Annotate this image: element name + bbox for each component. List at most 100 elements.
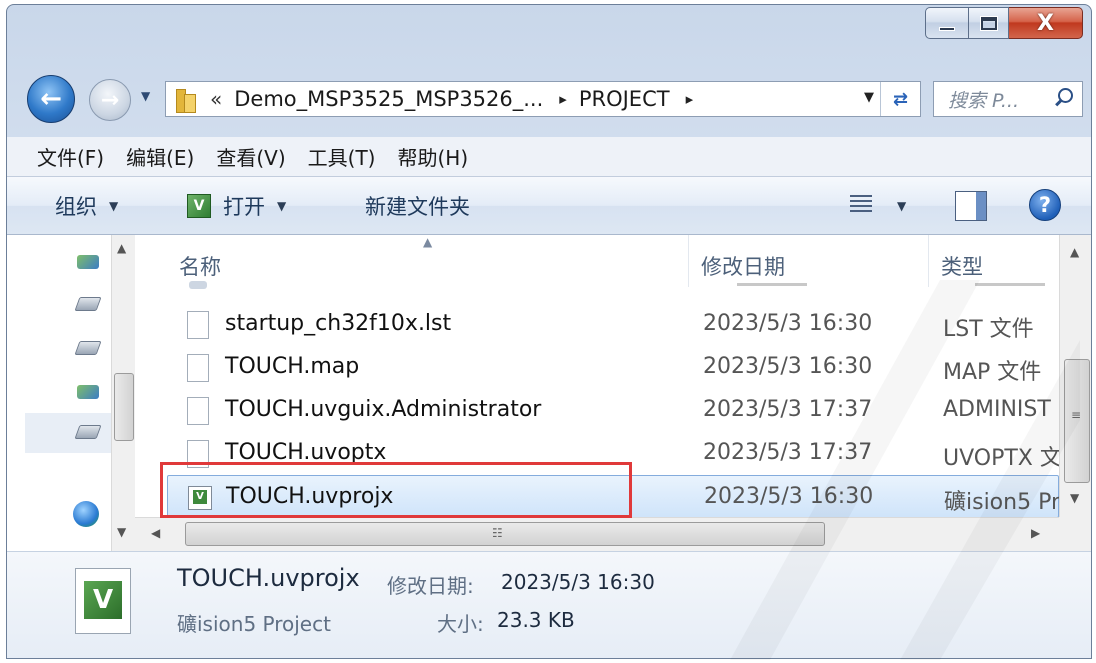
new-folder-button[interactable]: 新建文件夹 xyxy=(365,191,470,221)
open-button[interactable]: V 打开 ▼ xyxy=(187,191,286,221)
chevron-down-icon: ▼ xyxy=(277,199,287,213)
scroll-down-icon[interactable]: ▼ xyxy=(117,525,126,539)
nav-scrollbar[interactable]: ▲ ▼ xyxy=(111,235,135,551)
address-bar[interactable]: « Demo_MSP3525_MSP3526_... ▸ PROJECT ▸ ▼… xyxy=(165,81,921,117)
file-icon xyxy=(187,397,209,425)
open-label: 打开 xyxy=(223,195,265,219)
nav-scroll-thumb[interactable] xyxy=(114,373,134,441)
file-type: 礦ision5 Pr xyxy=(944,490,1060,515)
uvision-project-large-icon xyxy=(75,568,131,634)
menu-file[interactable]: 文件(F) xyxy=(37,142,104,171)
history-dropdown-icon[interactable]: ▼ xyxy=(141,89,150,103)
file-date: 2023/5/3 16:30 xyxy=(703,311,873,336)
details-filename: TOUCH.uvprojx xyxy=(177,564,360,592)
horizontal-scroll-thumb[interactable]: ☷ xyxy=(185,522,825,546)
help-icon[interactable]: ? xyxy=(1029,189,1061,221)
scroll-down-icon[interactable]: ▼ xyxy=(1070,491,1079,505)
menu-view[interactable]: 查看(V) xyxy=(216,142,285,171)
address-dropdown-icon[interactable]: ▼ xyxy=(864,90,874,105)
scroll-left-icon[interactable]: ◀ xyxy=(151,526,160,540)
new-folder-label: 新建文件夹 xyxy=(365,195,470,219)
address-row: ← → ▼ « Demo_MSP3525_MSP3526_... ▸ PROJE… xyxy=(7,73,1091,125)
back-button[interactable]: ← xyxy=(27,75,75,123)
breadcrumb-separator[interactable]: ▸ xyxy=(686,90,694,108)
maximize-icon xyxy=(979,15,998,31)
highlight-annotation xyxy=(160,462,632,518)
network-icon[interactable] xyxy=(77,255,99,269)
uvision-icon: V xyxy=(187,194,211,218)
partial-row xyxy=(185,281,1055,291)
command-bar: 组织 ▼ V 打开 ▼ 新建文件夹 ▼ ? xyxy=(7,177,1091,235)
minimize-icon xyxy=(939,27,955,31)
minimize-button[interactable] xyxy=(925,7,969,39)
file-list-horizontal-scrollbar[interactable]: ◀ ☷ ▶ xyxy=(135,517,1059,551)
refresh-button[interactable]: ⇄ xyxy=(880,82,920,116)
file-date: 2023/5/3 16:30 xyxy=(704,484,874,509)
table-row[interactable]: startup_ch32f10x.lst 2023/5/3 16:30 LST … xyxy=(135,303,1059,346)
file-name: TOUCH.map xyxy=(225,354,360,379)
file-date: 2023/5/3 17:37 xyxy=(703,397,873,422)
file-name: TOUCH.uvguix.Administrator xyxy=(225,397,542,422)
scroll-up-icon[interactable]: ▲ xyxy=(117,241,126,255)
details-type-value: 礦ision5 Project xyxy=(177,612,331,636)
column-header-name[interactable]: 名称 xyxy=(135,235,689,287)
column-header-type[interactable]: 类型 xyxy=(929,235,1059,287)
nav-selected-item[interactable] xyxy=(25,413,115,453)
close-icon: X xyxy=(1037,10,1054,36)
file-type: LST 文件 xyxy=(943,317,1034,342)
grip-icon: ☷ xyxy=(492,526,503,540)
breadcrumb-current[interactable]: PROJECT xyxy=(579,87,670,111)
maximize-button[interactable] xyxy=(969,7,1009,39)
details-modified-label: 修改日期: xyxy=(387,574,474,598)
menu-help[interactable]: 帮助(H) xyxy=(397,142,468,171)
forward-button[interactable]: → xyxy=(89,79,131,121)
navigation-pane: ▲ ▼ xyxy=(7,235,135,551)
scrollbar-corner xyxy=(1059,517,1091,551)
file-type: MAP 文件 xyxy=(943,360,1042,385)
search-icon[interactable] xyxy=(1054,88,1073,106)
back-arrow-icon: ← xyxy=(40,84,62,114)
grip-icon: ≡ xyxy=(1071,408,1082,422)
table-row[interactable]: TOUCH.map 2023/5/3 16:30 MAP 文件 xyxy=(135,346,1059,389)
folder-icon xyxy=(174,86,196,113)
file-icon xyxy=(187,354,209,382)
scroll-right-icon[interactable]: ▶ xyxy=(1031,526,1040,540)
file-icon xyxy=(187,311,209,339)
preview-pane-icon[interactable] xyxy=(955,191,987,221)
view-dropdown-icon[interactable]: ▼ xyxy=(897,199,906,213)
drive-icon[interactable] xyxy=(74,297,102,311)
organize-label: 组织 xyxy=(55,195,97,219)
details-size-value: 23.3 KB xyxy=(497,608,575,632)
menu-tools[interactable]: 工具(T) xyxy=(308,142,376,171)
vertical-scroll-thumb[interactable]: ≡ xyxy=(1064,359,1090,483)
forward-arrow-icon: → xyxy=(100,87,120,113)
caption-buttons: X xyxy=(925,7,1083,39)
chevron-down-icon: ▼ xyxy=(109,199,119,213)
menu-edit[interactable]: 编辑(E) xyxy=(126,142,194,171)
details-modified-value: 2023/5/3 16:30 xyxy=(501,570,655,594)
breadcrumb-parent[interactable]: Demo_MSP3525_MSP3526_... xyxy=(234,87,543,111)
search-box[interactable]: 搜索 P... xyxy=(933,81,1083,117)
search-placeholder: 搜索 P... xyxy=(948,89,1019,112)
drive-icon[interactable] xyxy=(77,385,99,399)
close-button[interactable]: X xyxy=(1009,7,1083,39)
drive-icon[interactable] xyxy=(74,341,102,355)
organize-button[interactable]: 组织 ▼ xyxy=(55,191,118,221)
details-size-label: 大小: xyxy=(437,612,484,636)
file-date: 2023/5/3 17:37 xyxy=(703,440,873,465)
column-header-date[interactable]: 修改日期 xyxy=(689,235,929,287)
explorer-window: X ← → ▼ « Demo_MSP3525_MSP3526_... ▸ PRO… xyxy=(6,4,1092,659)
file-type: UVOPTX 文 xyxy=(943,446,1059,471)
table-row[interactable]: TOUCH.uvguix.Administrator 2023/5/3 17:3… xyxy=(135,389,1059,432)
details-pane: TOUCH.uvprojx 修改日期: 2023/5/3 16:30 礦isio… xyxy=(7,551,1091,658)
scroll-up-icon[interactable]: ▲ xyxy=(1070,245,1079,259)
file-type: ADMINIST xyxy=(943,397,1051,422)
breadcrumb-separator[interactable]: ▸ xyxy=(559,90,567,108)
file-date: 2023/5/3 16:30 xyxy=(703,354,873,379)
file-list-vertical-scrollbar[interactable]: ▲ ≡ ▼ xyxy=(1059,235,1091,517)
refresh-icon: ⇄ xyxy=(892,88,909,110)
file-name: startup_ch32f10x.lst xyxy=(225,311,452,336)
breadcrumb-overflow[interactable]: « xyxy=(210,87,222,111)
view-options-icon[interactable] xyxy=(850,195,872,215)
network-globe-icon[interactable] xyxy=(73,501,99,527)
